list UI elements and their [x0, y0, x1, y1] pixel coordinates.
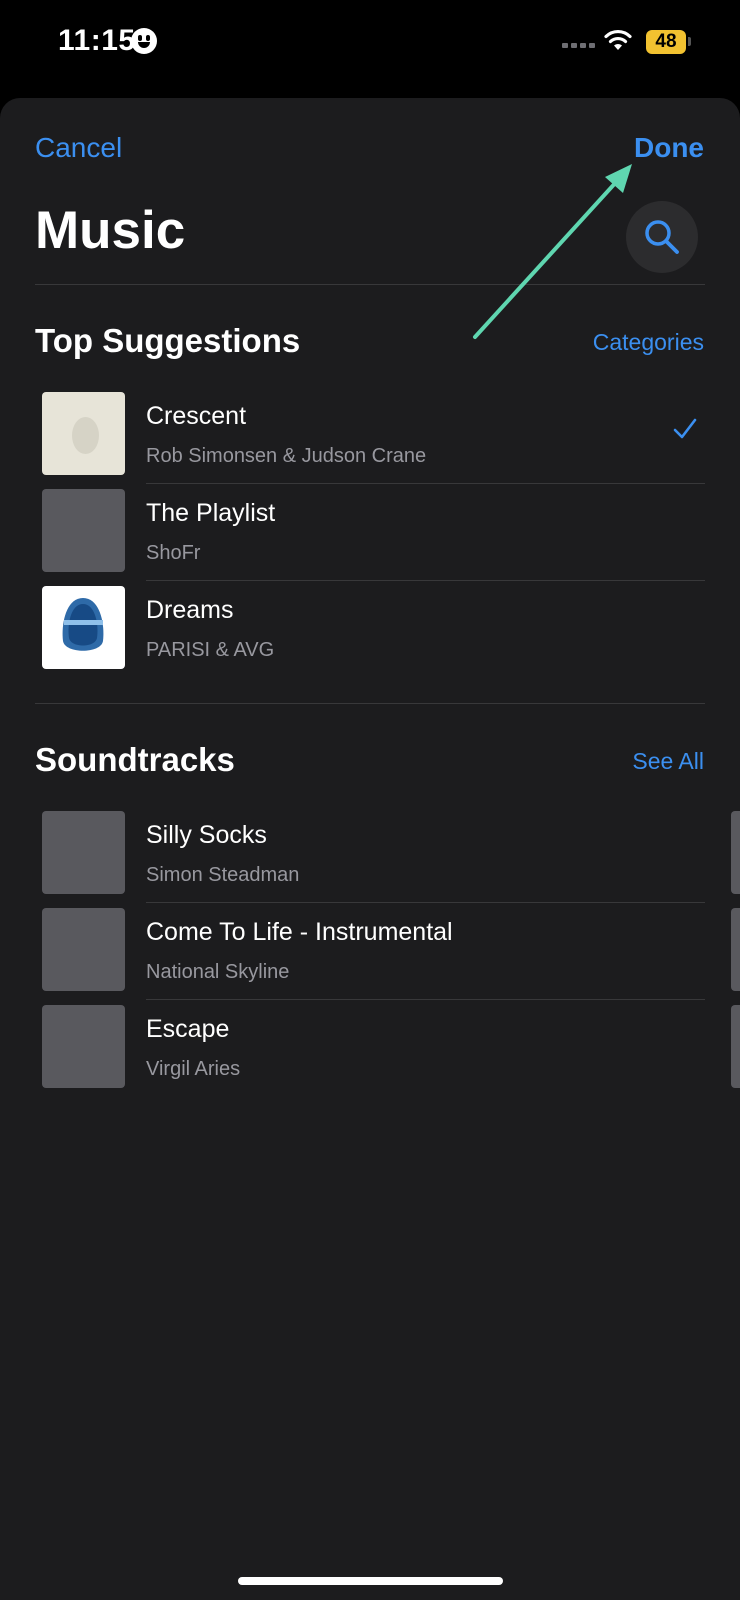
soundtracks-heading: Soundtracks: [35, 741, 235, 778]
track-title: Crescent: [146, 402, 247, 430]
track-artist: Rob Simonsen & Judson Crane: [146, 445, 427, 467]
dreams-artwork: [62, 598, 104, 651]
track-title: The Playlist: [146, 499, 276, 527]
track-title: Escape: [146, 1015, 230, 1043]
track-title: Silly Socks: [146, 821, 267, 849]
list-item[interactable]: Silly Socks Simon Steadman: [0, 811, 740, 908]
row-divider: [146, 902, 705, 903]
next-column-art: [731, 811, 740, 894]
checkmark-icon: [673, 418, 697, 439]
row-divider: [146, 483, 705, 484]
album-art: [42, 908, 125, 991]
list-item[interactable]: Escape Virgil Aries: [0, 1005, 740, 1102]
list-item[interactable]: Crescent Rob Simonsen & Judson Crane: [0, 392, 740, 489]
album-art: [42, 586, 125, 669]
list-item[interactable]: The Playlist ShoFr: [0, 489, 740, 586]
track-artist: National Skyline: [146, 961, 290, 983]
album-art: [42, 489, 125, 572]
next-column-art: [731, 1005, 740, 1088]
album-art: [42, 1005, 125, 1088]
album-art: [42, 392, 125, 475]
list-item[interactable]: Dreams PARISI & AVG: [0, 586, 740, 683]
track-title: Come To Life - Instrumental: [146, 918, 453, 946]
list-item[interactable]: Come To Life - Instrumental National Sky…: [0, 908, 740, 1005]
row-divider: [146, 580, 705, 581]
album-art: [42, 811, 125, 894]
section-divider: [35, 703, 705, 704]
annotation-arrow: [473, 164, 632, 339]
track-artist: PARISI & AVG: [146, 639, 275, 661]
row-divider: [146, 999, 705, 1000]
track-artist: ShoFr: [146, 542, 201, 564]
track-title: Dreams: [146, 596, 234, 624]
track-artist: Virgil Aries: [146, 1058, 241, 1080]
track-artist: Simon Steadman: [146, 864, 300, 886]
see-all-link[interactable]: See All: [632, 748, 704, 775]
home-indicator: [238, 1577, 503, 1585]
next-column-art: [731, 908, 740, 991]
